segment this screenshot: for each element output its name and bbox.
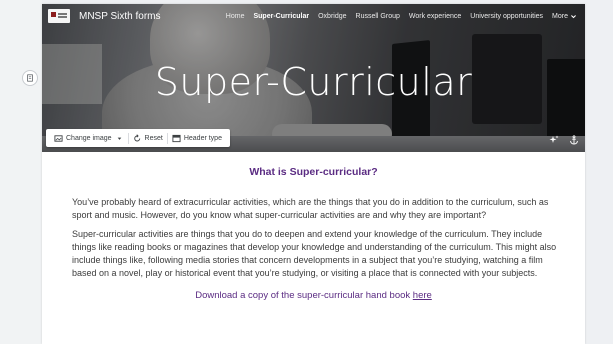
header-type-label: Header type: [183, 134, 222, 142]
nav-more-menu[interactable]: More: [552, 13, 577, 20]
header-banner: MNSP Sixth forms Home Super-Curricular O…: [42, 4, 585, 152]
intro-paragraph[interactable]: You’ve probably heard of extracurricular…: [72, 196, 557, 222]
nav-item-home[interactable]: Home: [226, 13, 245, 20]
section-heading[interactable]: What is Super-curricular?: [42, 166, 585, 178]
nav-item-russell-group[interactable]: Russell Group: [356, 13, 400, 20]
caret-down-icon: [117, 137, 121, 140]
definition-paragraph[interactable]: Super-curricular activities are things t…: [72, 228, 557, 280]
nav-more-label: More: [552, 12, 568, 20]
image-icon: [54, 134, 63, 142]
chevron-down-icon: [571, 14, 576, 18]
header-type-icon: [172, 134, 181, 142]
sparkle-icon: [549, 135, 559, 143]
site-name[interactable]: MNSP Sixth forms: [79, 11, 161, 22]
site-navigation: Home Super-Curricular Oxbridge Russell G…: [217, 4, 577, 28]
download-line: Download a copy of the super-curricular …: [42, 290, 585, 301]
site-logo[interactable]: [48, 9, 70, 23]
header-actions: [549, 135, 579, 145]
page-title[interactable]: Super-Curricular: [42, 60, 585, 104]
reset-label: Reset: [144, 134, 163, 142]
site-topbar: MNSP Sixth forms Home Super-Curricular O…: [42, 4, 585, 28]
site-page: MNSP Sixth forms Home Super-Curricular O…: [42, 4, 585, 344]
nav-item-oxbridge[interactable]: Oxbridge: [318, 13, 346, 20]
anchor-button[interactable]: [569, 135, 579, 145]
reset-icon: [133, 133, 140, 141]
nav-item-super-curricular[interactable]: Super-Curricular: [253, 13, 309, 20]
download-text: Download a copy of the super-curricular …: [195, 290, 413, 301]
sparkle-button[interactable]: [549, 135, 559, 145]
page-content: What is Super-curricular? You’ve probabl…: [42, 152, 585, 301]
anchor-icon: [570, 135, 578, 145]
change-image-button[interactable]: Change image: [50, 134, 128, 143]
header-toolbar: Change image Reset Header type: [46, 129, 230, 147]
header-type-button[interactable]: Header type: [168, 134, 226, 143]
page-info-button[interactable]: [22, 70, 38, 86]
nav-item-work-experience[interactable]: Work experience: [409, 13, 461, 20]
change-image-label: Change image: [66, 134, 112, 142]
reset-button[interactable]: Reset: [129, 133, 167, 143]
handbook-download-link[interactable]: here: [413, 290, 432, 301]
nav-item-university-opportunities[interactable]: University opportunities: [470, 13, 543, 20]
left-rail: [0, 0, 42, 344]
document-icon: [27, 74, 33, 82]
